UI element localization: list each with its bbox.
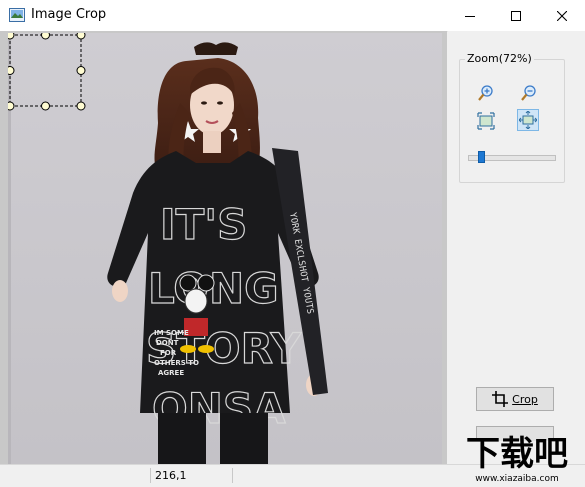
crop-button[interactable]: Crop xyxy=(476,387,554,411)
actual-size-button[interactable] xyxy=(475,110,497,132)
mascot-text-1: IM SOME xyxy=(154,329,189,337)
zoom-label: Zoom(72%) xyxy=(465,52,534,65)
fit-window-icon xyxy=(519,111,537,129)
fit-window-button[interactable] xyxy=(517,109,539,131)
app-image-icon xyxy=(9,8,25,22)
zoom-in-icon xyxy=(478,85,493,101)
crop-handle-top-left[interactable] xyxy=(8,33,15,40)
crop-handle-bottom-left[interactable] xyxy=(8,101,15,111)
status-divider-2 xyxy=(232,468,233,483)
status-divider-1 xyxy=(150,468,151,483)
mascot-text-4: OTHERS TO xyxy=(154,359,199,367)
image-workspace[interactable]: YORK EXCLSHOT YOUTS IT'S LONG STORY ONSA… xyxy=(0,31,447,464)
crop-handle-left[interactable] xyxy=(8,66,15,75)
cursor-coordinates: 216,1 xyxy=(155,469,187,482)
tools-panel: Zoom(72%) Crop xyxy=(448,31,585,464)
mascot-text-5: AGREE xyxy=(158,369,184,377)
shirt-text-line-2: LONG xyxy=(148,264,279,313)
zoom-slider-thumb[interactable] xyxy=(478,151,485,163)
zoom-out-button[interactable] xyxy=(518,82,540,104)
crop-handle-bottom[interactable] xyxy=(41,101,50,111)
crop-handle-right[interactable] xyxy=(76,66,86,75)
zoom-out-icon xyxy=(521,85,536,101)
crop-handle-bottom-right[interactable] xyxy=(76,101,86,111)
title-bar: Image Crop xyxy=(0,0,585,32)
crop-icon xyxy=(492,391,509,407)
crop-handle-top[interactable] xyxy=(41,33,50,40)
close-button[interactable] xyxy=(539,0,585,31)
mascot-text-3: FOR xyxy=(160,349,177,357)
minimize-icon xyxy=(465,15,475,17)
zoom-in-button[interactable] xyxy=(475,82,497,104)
minimize-button[interactable] xyxy=(447,0,493,31)
actual-size-icon xyxy=(477,112,495,130)
mascot-text-2: DONT xyxy=(156,339,179,347)
shirt-text-line-1: IT'S xyxy=(160,200,247,249)
close-icon xyxy=(557,10,567,21)
maximize-icon xyxy=(511,10,521,21)
window-title: Image Crop xyxy=(31,7,107,22)
crop-button-label: Crop xyxy=(512,392,538,406)
watermark-logo: 下载吧 www.xiazaiba.com xyxy=(466,434,568,484)
maximize-button[interactable] xyxy=(493,0,539,31)
crop-selection[interactable] xyxy=(8,33,98,123)
watermark-text: 下载吧 xyxy=(466,434,568,474)
crop-handle-top-right[interactable] xyxy=(76,33,86,40)
image-canvas[interactable]: YORK EXCLSHOT YOUTS IT'S LONG STORY ONSA… xyxy=(8,33,442,464)
zoom-group xyxy=(459,59,565,183)
watermark-url: www.xiazaiba.com xyxy=(475,474,559,484)
